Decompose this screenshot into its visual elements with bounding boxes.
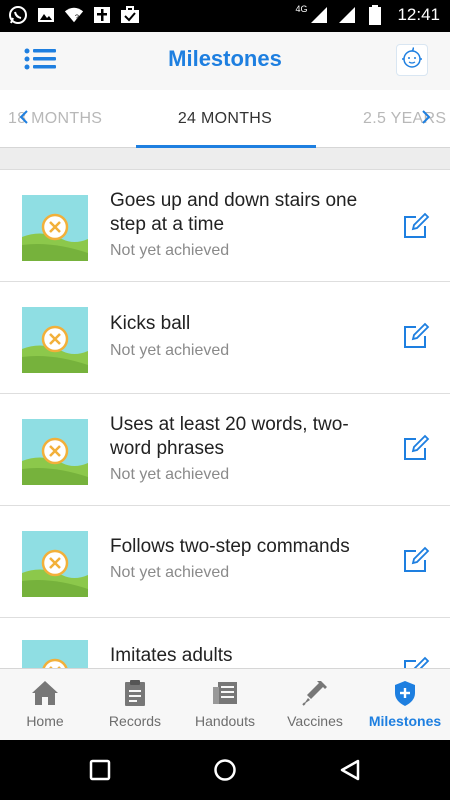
milestone-title: Imitates adults	[110, 645, 233, 666]
nav-home[interactable]: Home	[0, 669, 90, 741]
syringe-icon	[301, 679, 329, 707]
image-icon	[36, 4, 56, 26]
home-icon	[31, 679, 59, 707]
signal-icon	[337, 4, 357, 26]
milestone-thumbnail-icon	[22, 195, 88, 261]
list-item[interactable]: Imitates adults	[0, 618, 450, 668]
back-icon[interactable]	[338, 758, 362, 782]
whatsapp-icon	[8, 4, 28, 26]
newspaper-icon	[211, 679, 239, 707]
milestone-status: Not yet achieved	[110, 342, 230, 359]
edit-icon[interactable]	[402, 546, 430, 574]
chevron-right-icon[interactable]	[418, 106, 434, 128]
page-title: Milestones	[168, 46, 282, 71]
briefcase-check-icon	[120, 4, 140, 26]
list-item[interactable]: Uses at least 20 words, two-word phrases…	[0, 394, 450, 506]
network-type: 4G	[295, 4, 308, 14]
milestone-title: Follows two-step commands	[110, 536, 350, 557]
milestone-title: Goes up and down stairs one step at a ti…	[110, 190, 358, 235]
milestone-title: Uses at least 20 words, two-word phrases	[110, 414, 349, 459]
bottom-navigation: Home Records Handouts Vaccines Milestone…	[0, 668, 450, 740]
cross-icon	[92, 4, 112, 26]
home-circle-icon[interactable]	[213, 758, 237, 782]
milestone-status: Not yet achieved	[110, 466, 230, 483]
milestone-status: Not yet achieved	[110, 564, 230, 581]
battery-icon	[365, 4, 385, 26]
nav-vaccines[interactable]: Vaccines	[270, 669, 360, 741]
nav-label: Handouts	[195, 713, 255, 729]
milestone-list: Goes up and down stairs one step at a ti…	[0, 170, 450, 668]
edit-icon[interactable]	[402, 212, 430, 240]
system-navigation-bar	[0, 740, 450, 800]
nav-label: Home	[26, 713, 64, 729]
milestone-thumbnail-icon	[22, 307, 88, 373]
section-divider	[0, 148, 450, 170]
age-tabs: 18 MONTHS 24 MONTHS 2.5 YEARS	[0, 90, 450, 148]
clipboard-icon	[121, 679, 149, 707]
nav-label: Records	[108, 713, 162, 729]
baby-face-icon	[401, 46, 423, 74]
milestone-status: Not yet achieved	[110, 242, 230, 259]
profile-button[interactable]	[396, 44, 428, 76]
milestone-thumbnail-icon	[22, 640, 88, 668]
edit-icon[interactable]	[402, 322, 430, 350]
wifi-question-icon: ?	[64, 4, 84, 26]
milestone-thumbnail-icon	[22, 531, 88, 597]
milestone-title: Kicks ball	[110, 313, 191, 334]
edit-icon[interactable]	[402, 434, 430, 462]
app-bar: Milestones	[0, 32, 450, 90]
nav-label: Vaccines	[287, 713, 343, 729]
signal-icon	[309, 4, 329, 26]
shield-plus-icon	[391, 679, 419, 707]
list-item[interactable]: Goes up and down stairs one step at a ti…	[0, 170, 450, 282]
chevron-left-icon[interactable]	[16, 106, 32, 128]
edit-icon[interactable]	[402, 656, 430, 668]
svg-text:?: ?	[75, 13, 79, 22]
nav-records[interactable]: Records	[90, 669, 180, 741]
list-item[interactable]: Kicks ball Not yet achieved	[0, 282, 450, 394]
clock: 12:41	[397, 5, 440, 24]
list-item[interactable]: Follows two-step commands Not yet achiev…	[0, 506, 450, 618]
milestone-thumbnail-icon	[22, 419, 88, 485]
nav-label: Milestones	[368, 713, 442, 729]
nav-milestones[interactable]: Milestones	[360, 669, 450, 741]
status-bar: ? 4G 12:41	[0, 0, 450, 32]
nav-handouts[interactable]: Handouts	[180, 669, 270, 741]
recents-icon[interactable]	[88, 758, 112, 782]
